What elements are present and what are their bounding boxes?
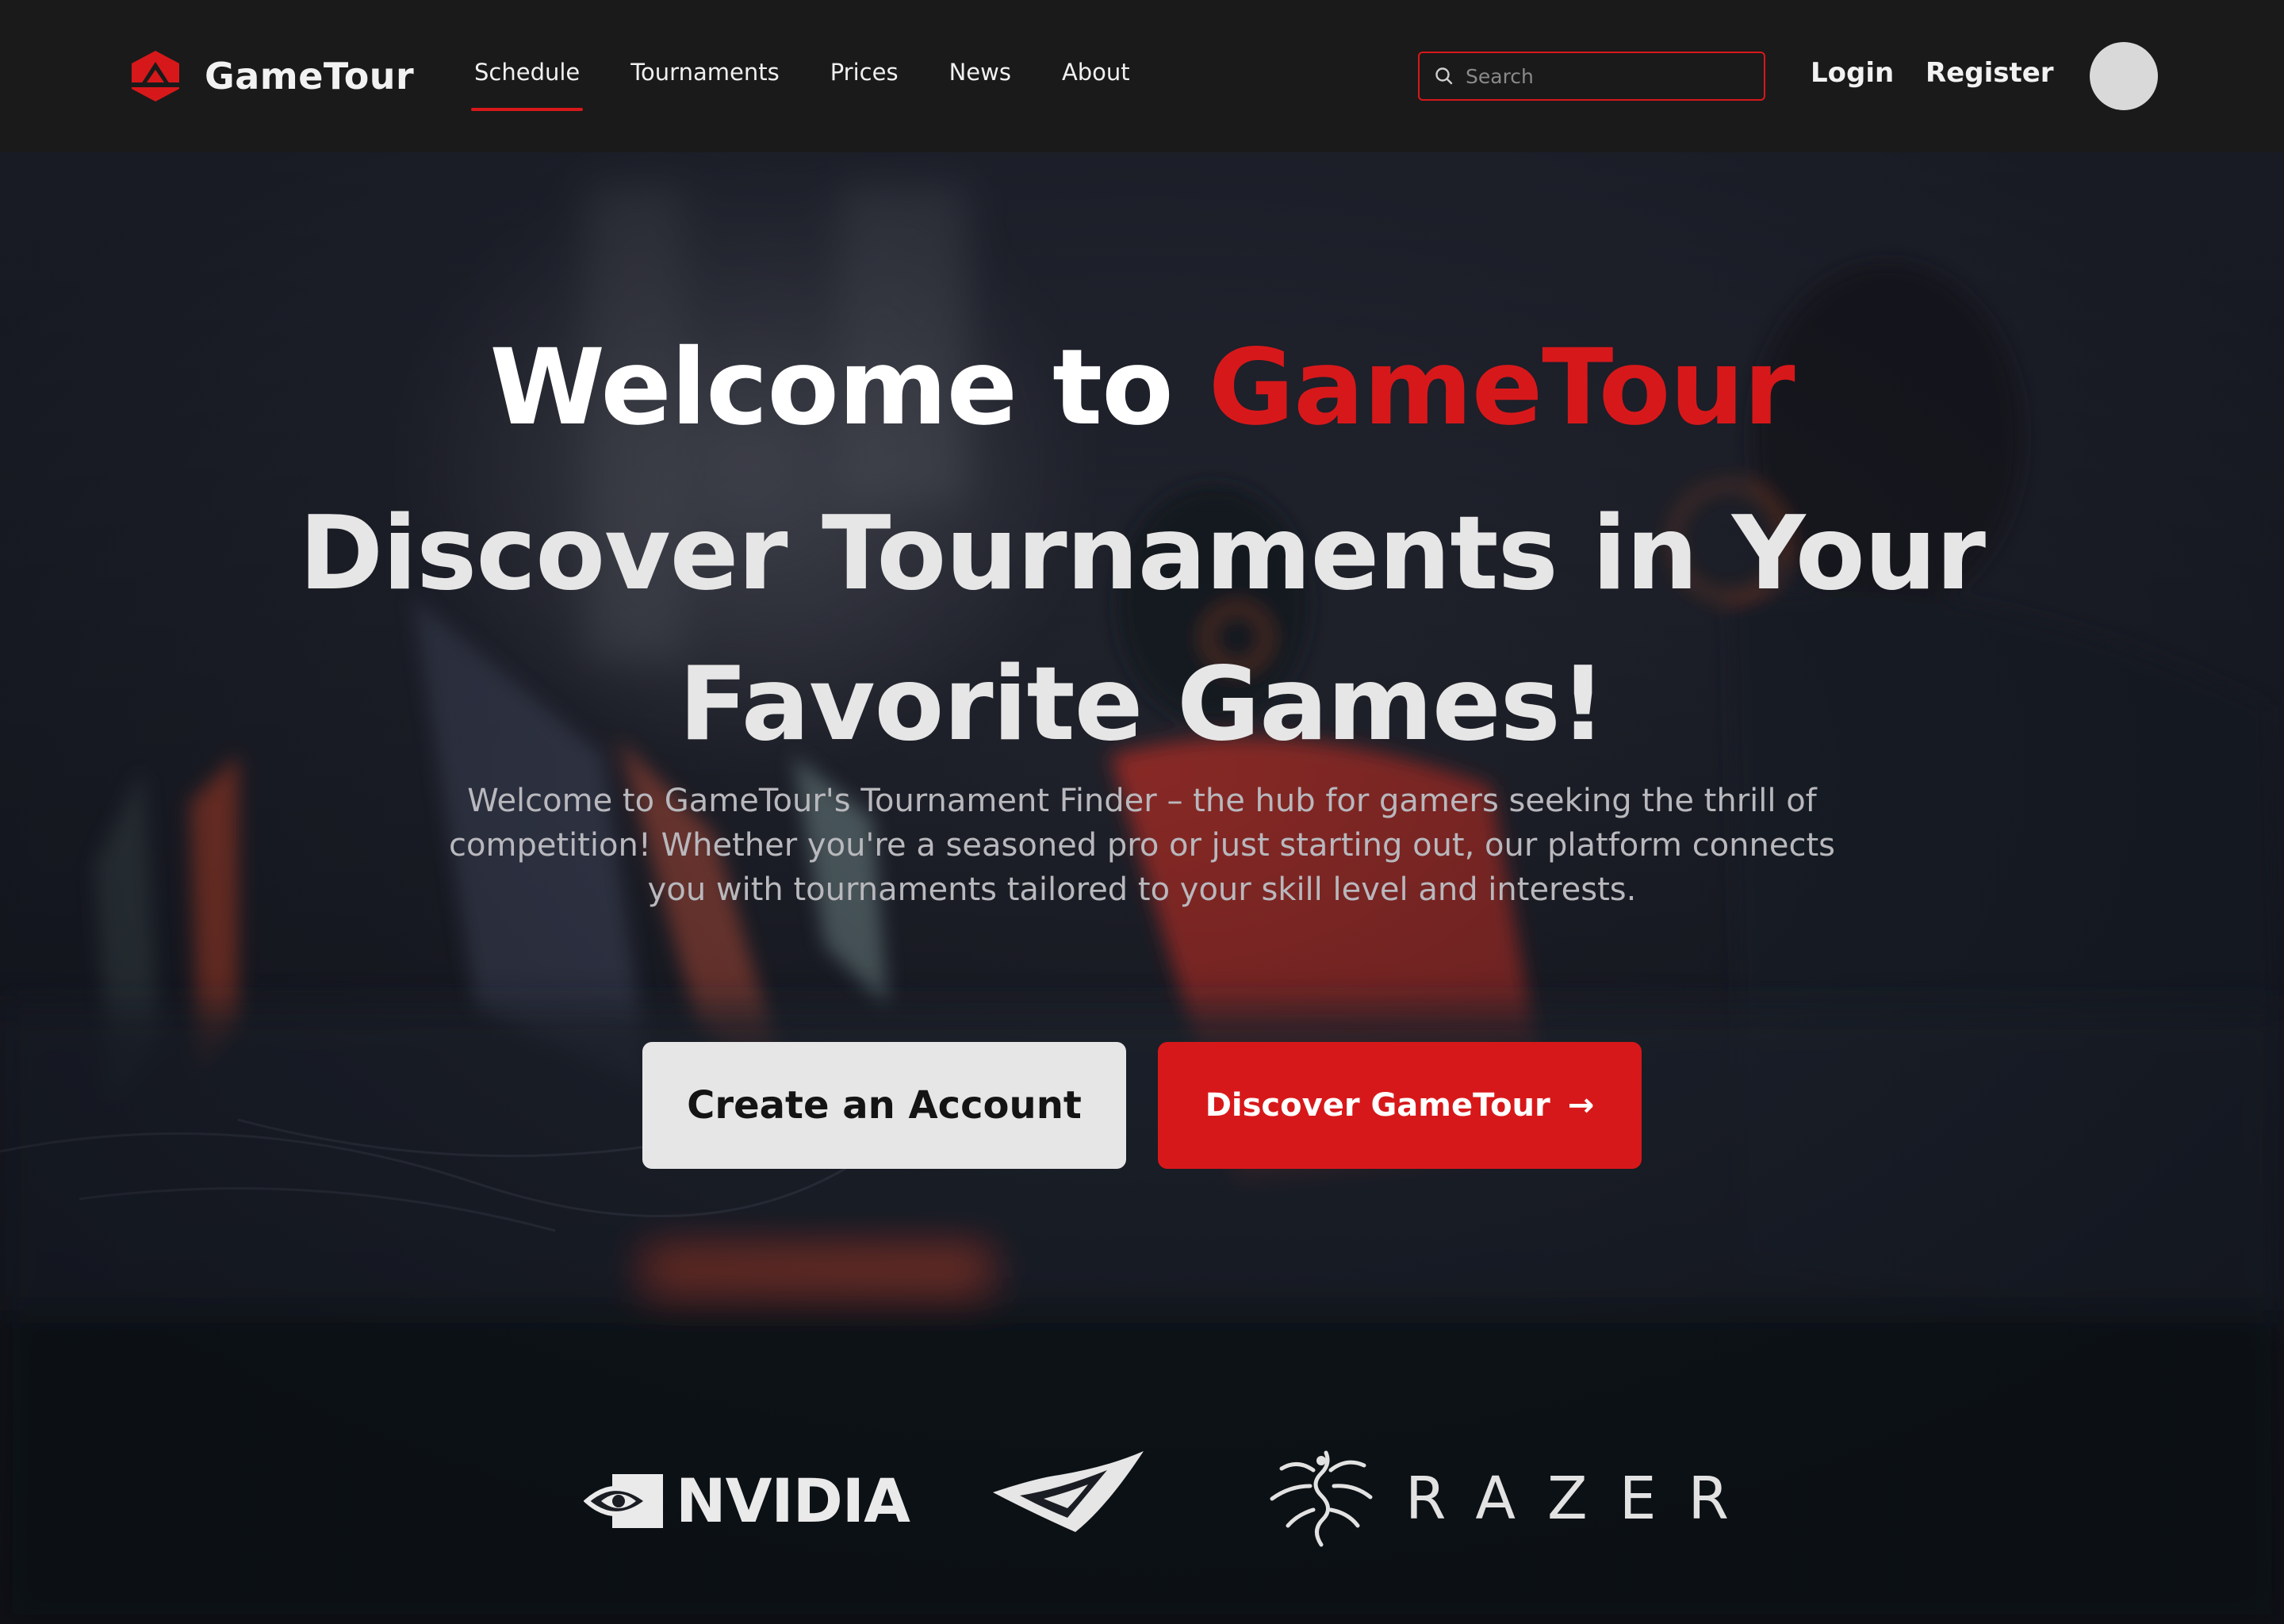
discover-heading: Discover Tournaments in Your Favorite Ga… (0, 479, 2284, 780)
nav-link-schedule[interactable]: Schedule (470, 56, 584, 111)
rog-eye-icon (993, 1451, 1144, 1532)
nav-link-prices[interactable]: Prices (829, 56, 900, 103)
main-nav: Schedule Tournaments Prices News About (470, 56, 1179, 111)
nvidia-eye-icon (584, 1473, 663, 1528)
discover-gametour-button[interactable]: Discover GameTour → (1158, 1042, 1642, 1169)
nvidia-wordmark: NVIDIA (676, 1465, 910, 1536)
discover-gametour-label: Discover GameTour (1205, 1087, 1550, 1124)
welcome-heading-prefix: Welcome to (489, 327, 1209, 449)
arrow-right-icon: → (1567, 1087, 1595, 1124)
brand-name: GameTour (205, 55, 415, 98)
search-icon (1435, 67, 1453, 85)
razer-logo: RAZER (1266, 1443, 1761, 1554)
welcome-heading-brand: GameTour (1208, 327, 1795, 449)
nav-link-tournaments[interactable]: Tournaments (629, 56, 780, 103)
nvidia-logo: NVIDIA (584, 1465, 910, 1536)
brand-logo[interactable]: GameTour (127, 48, 414, 105)
discover-heading-line2: Favorite Games! (678, 645, 1606, 764)
search-input[interactable] (1466, 64, 1751, 88)
create-account-label: Create an Account (687, 1083, 1082, 1128)
razer-wordmark: RAZER (1405, 1465, 1761, 1533)
nav-link-about[interactable]: About (1060, 56, 1132, 103)
hero-description: Welcome to GameTour's Tournament Finder … (449, 783, 1835, 908)
create-account-button[interactable]: Create an Account (642, 1042, 1126, 1169)
discover-heading-line1: Discover Tournaments in Your (299, 495, 1986, 613)
welcome-heading: Welcome to GameTour (0, 327, 2284, 449)
top-navigation-bar: GameTour Schedule Tournaments Prices New… (0, 0, 2284, 152)
search-box[interactable] (1418, 52, 1765, 101)
gametour-logo-icon (132, 51, 179, 102)
user-avatar[interactable] (2090, 42, 2158, 110)
hero-section: Welcome to GameTour Discover Tournaments… (0, 152, 2284, 1624)
nav-link-news[interactable]: News (948, 56, 1013, 103)
login-link[interactable]: Login (1811, 57, 1894, 89)
razer-snake-icon (1270, 1450, 1373, 1547)
register-link[interactable]: Register (1926, 57, 2054, 89)
